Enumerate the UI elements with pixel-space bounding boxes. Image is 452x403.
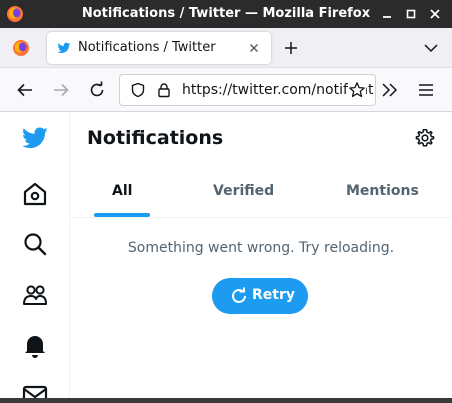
hamburger-menu-icon[interactable] <box>418 83 434 97</box>
tracking-protection-shield-icon[interactable] <box>130 82 146 98</box>
navigation-toolbar: https://twitter.com/notificat <box>0 68 452 112</box>
tab-all[interactable]: All <box>112 168 152 218</box>
refresh-icon <box>232 287 246 303</box>
close-tab-icon[interactable] <box>247 41 261 55</box>
maximize-icon[interactable] <box>404 7 418 21</box>
browser-tab-notifications[interactable]: Notifications / Twitter <box>47 32 271 64</box>
url-text[interactable]: https://twitter.com/notificat <box>182 82 374 98</box>
tab-strip: Notifications / Twitter <box>0 28 452 68</box>
lock-icon[interactable] <box>156 82 172 98</box>
window-titlebar: Notifications / Twitter — Mozilla Firefo… <box>0 0 452 28</box>
notifications-tabs: All Verified Mentions <box>70 168 452 218</box>
error-message: Something went wrong. Try reloading. <box>127 240 395 256</box>
twitter-favicon-icon <box>57 42 71 54</box>
tab-verified[interactable]: Verified <box>213 168 275 218</box>
firefox-view-icon[interactable] <box>12 39 30 57</box>
toolbar-overflow-icon[interactable] <box>381 82 399 98</box>
notifications-column: Notifications All Verified Mentions Some… <box>70 112 452 403</box>
page-title: Notifications <box>87 127 224 149</box>
close-window-icon[interactable] <box>428 7 442 21</box>
tab-label: Notifications / Twitter <box>78 40 216 55</box>
home-icon[interactable] <box>21 180 49 208</box>
communities-icon[interactable] <box>21 281 49 309</box>
forward-arrow-icon[interactable] <box>52 81 70 99</box>
twitter-logo-icon[interactable] <box>21 124 49 152</box>
tab-mentions[interactable]: Mentions <box>346 168 419 218</box>
tab-mentions-label: Mentions <box>346 183 419 199</box>
page-content: Notifications All Verified Mentions Some… <box>0 112 452 403</box>
new-tab-icon[interactable] <box>283 40 299 56</box>
window-bottom-border <box>0 398 452 403</box>
active-tab-indicator <box>94 213 150 217</box>
reload-icon[interactable] <box>88 81 106 99</box>
back-arrow-icon[interactable] <box>16 81 34 99</box>
bell-icon[interactable] <box>21 331 49 359</box>
gear-icon[interactable] <box>415 128 435 148</box>
search-icon[interactable] <box>21 230 49 258</box>
retry-label: Retry <box>252 287 295 303</box>
retry-button[interactable]: Retry <box>212 278 308 314</box>
minimize-icon[interactable] <box>380 7 394 21</box>
list-all-tabs-icon[interactable] <box>424 42 438 54</box>
bookmark-star-icon[interactable] <box>348 81 366 99</box>
url-bar[interactable]: https://twitter.com/notificat <box>119 74 376 106</box>
twitter-sidebar <box>0 112 70 403</box>
tab-all-label: All <box>112 183 133 199</box>
tab-verified-label: Verified <box>213 183 275 199</box>
